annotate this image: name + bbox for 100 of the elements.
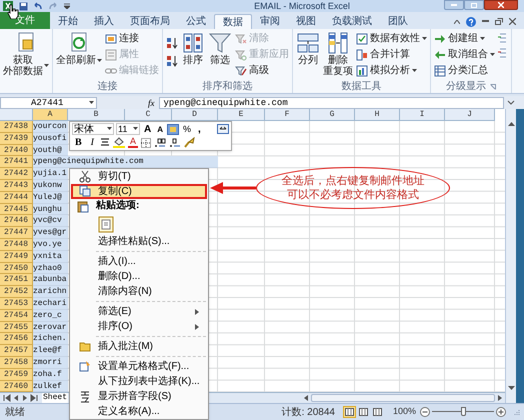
- column-header[interactable]: J: [445, 109, 495, 121]
- ribbon-button[interactable]: 排序: [181, 31, 205, 80]
- customize-toolbar-icon[interactable]: [64, 3, 70, 9]
- ribbon-button[interactable]: 合并计算: [356, 47, 427, 62]
- table-cell[interactable]: zarichn: [33, 286, 68, 298]
- row-header[interactable]: 27451: [0, 274, 33, 286]
- horizontal-scrollbar[interactable]: [303, 393, 503, 403]
- row-header[interactable]: 27452: [0, 286, 33, 298]
- row-header[interactable]: 27439: [0, 132, 33, 145]
- ribbon-button[interactable]: 分列: [296, 31, 320, 80]
- view-button[interactable]: [370, 406, 384, 418]
- row-header[interactable]: 27445: [0, 204, 33, 216]
- column-header[interactable]: A: [33, 109, 68, 121]
- scroll-thumb[interactable]: [311, 394, 495, 402]
- paintbrush-icon[interactable]: [184, 137, 196, 148]
- row-header[interactable]: 27444: [0, 192, 33, 204]
- cell-styles-icon[interactable]: [167, 124, 180, 135]
- help-icon[interactable]: [466, 16, 476, 26]
- percent-button[interactable]: %: [181, 124, 194, 135]
- sort-ascending-icon[interactable]: [166, 37, 178, 49]
- scroll-right-icon[interactable]: [497, 394, 503, 402]
- table-cell[interactable]: yxnita: [33, 250, 68, 263]
- table-cell[interactable]: zmorri: [33, 356, 68, 369]
- comma-button[interactable]: ,: [195, 124, 204, 135]
- ribbon-tab[interactable]: 视图: [288, 14, 324, 29]
- row-header[interactable]: 27460: [0, 380, 33, 392]
- table-cell[interactable]: ypeng@cinequipwhite.com: [33, 156, 218, 168]
- row-header[interactable]: 27446: [0, 215, 33, 228]
- zoom-in-icon[interactable]: [496, 407, 506, 417]
- menu-item[interactable]: 删除(D)...: [71, 269, 207, 284]
- menu-item[interactable]: 从下拉列表中选择(K)...: [71, 374, 207, 389]
- table-cell[interactable]: zulkef: [33, 380, 68, 392]
- table-cell[interactable]: zoha.f: [33, 368, 68, 381]
- column-header[interactable]: B: [68, 109, 125, 121]
- menu-item[interactable]: 插入批注(M): [71, 339, 207, 354]
- ribbon-tab[interactable]: 公式: [178, 14, 214, 29]
- ribbon-tab[interactable]: 负载测试: [324, 14, 380, 29]
- menu-item[interactable]: 剪切(T): [71, 169, 207, 184]
- table-cell[interactable]: zlee@f: [33, 345, 68, 357]
- menu-item[interactable]: 选择性粘贴(S)...: [71, 234, 207, 249]
- table-cell[interactable]: YuleJ@: [33, 192, 68, 204]
- align-center-icon[interactable]: [100, 138, 110, 148]
- menu-item[interactable]: 排序(O): [71, 319, 207, 334]
- table-cell[interactable]: yousofi: [33, 132, 68, 145]
- grow-font-button[interactable]: A: [142, 124, 154, 135]
- row-header[interactable]: 27454: [0, 310, 33, 322]
- scroll-left-icon[interactable]: [303, 394, 309, 402]
- row-header[interactable]: 27449: [0, 250, 33, 263]
- view-button[interactable]: [356, 406, 370, 418]
- table-cell[interactable]: zerovar: [33, 322, 68, 334]
- table-cell[interactable]: youth@: [33, 144, 68, 156]
- ribbon-button[interactable]: 数据有效性: [356, 31, 427, 46]
- table-cell[interactable]: zabunba: [33, 274, 68, 286]
- view-button[interactable]: [342, 406, 356, 418]
- table-cell[interactable]: yukonw: [33, 180, 68, 192]
- row-header[interactable]: 27441: [0, 156, 33, 168]
- ribbon-tab[interactable]: 审阅: [252, 14, 288, 29]
- row-header[interactable]: 27440: [0, 144, 33, 156]
- maximize-button[interactable]: [464, 0, 484, 10]
- row-header[interactable]: 27448: [0, 238, 33, 251]
- table-cell[interactable]: yujia.1: [33, 168, 68, 180]
- font-color-button[interactable]: A: [128, 137, 138, 148]
- table-cell[interactable]: yvo.ye: [33, 238, 68, 251]
- minimize-button[interactable]: [444, 0, 464, 10]
- column-header[interactable]: E: [218, 109, 265, 121]
- paste-option-icon[interactable]: [98, 214, 114, 233]
- menu-item[interactable]: 清除内容(N): [71, 284, 207, 299]
- menu-item[interactable]: 插入(I)...: [71, 254, 207, 269]
- bold-button[interactable]: B: [72, 137, 85, 148]
- row-header[interactable]: 27455: [0, 322, 33, 334]
- column-header[interactable]: I: [400, 109, 445, 121]
- formula-input[interactable]: ypeng@cinequipwhite.com: [158, 96, 504, 108]
- merge-center-icon[interactable]: [217, 124, 229, 134]
- last-sheet-icon[interactable]: [30, 394, 38, 402]
- ribbon-tab[interactable]: 开始: [50, 14, 86, 29]
- restore-icon[interactable]: [495, 18, 503, 25]
- font-dropdown[interactable]: 宋体: [72, 123, 114, 136]
- row-header[interactable]: 27458: [0, 356, 33, 369]
- row-header[interactable]: 27447: [0, 227, 33, 239]
- file-tab[interactable]: 文件: [0, 12, 50, 29]
- shrink-font-button[interactable]: A: [155, 124, 166, 135]
- table-cell[interactable]: yvc@cv: [33, 215, 68, 228]
- borders-icon[interactable]: [141, 138, 152, 148]
- zoom-slider[interactable]: [432, 407, 494, 417]
- menu-item[interactable]: 设置单元格格式(F)...: [71, 359, 207, 374]
- save-icon[interactable]: [19, 2, 28, 10]
- table-cell[interactable]: zichen.: [33, 333, 68, 346]
- menu-item[interactable]: 复制(C): [71, 184, 207, 199]
- menu-item[interactable]: 筛选(E): [71, 304, 207, 319]
- table-cell[interactable]: yzhao0: [33, 262, 68, 274]
- show-detail-icon[interactable]: [498, 33, 508, 43]
- table-cell[interactable]: yves@gr: [33, 227, 68, 239]
- ribbon-tab[interactable]: 团队: [380, 14, 416, 29]
- slider-thumb[interactable]: [460, 407, 466, 416]
- ribbon-button[interactable]: 取消组合: [434, 47, 495, 62]
- row-header[interactable]: 27443: [0, 180, 33, 192]
- row-header[interactable]: 27453: [0, 298, 33, 310]
- ribbon-button[interactable]: 高级: [235, 63, 289, 78]
- column-header[interactable]: H: [355, 109, 400, 121]
- row-header[interactable]: 27459: [0, 368, 33, 381]
